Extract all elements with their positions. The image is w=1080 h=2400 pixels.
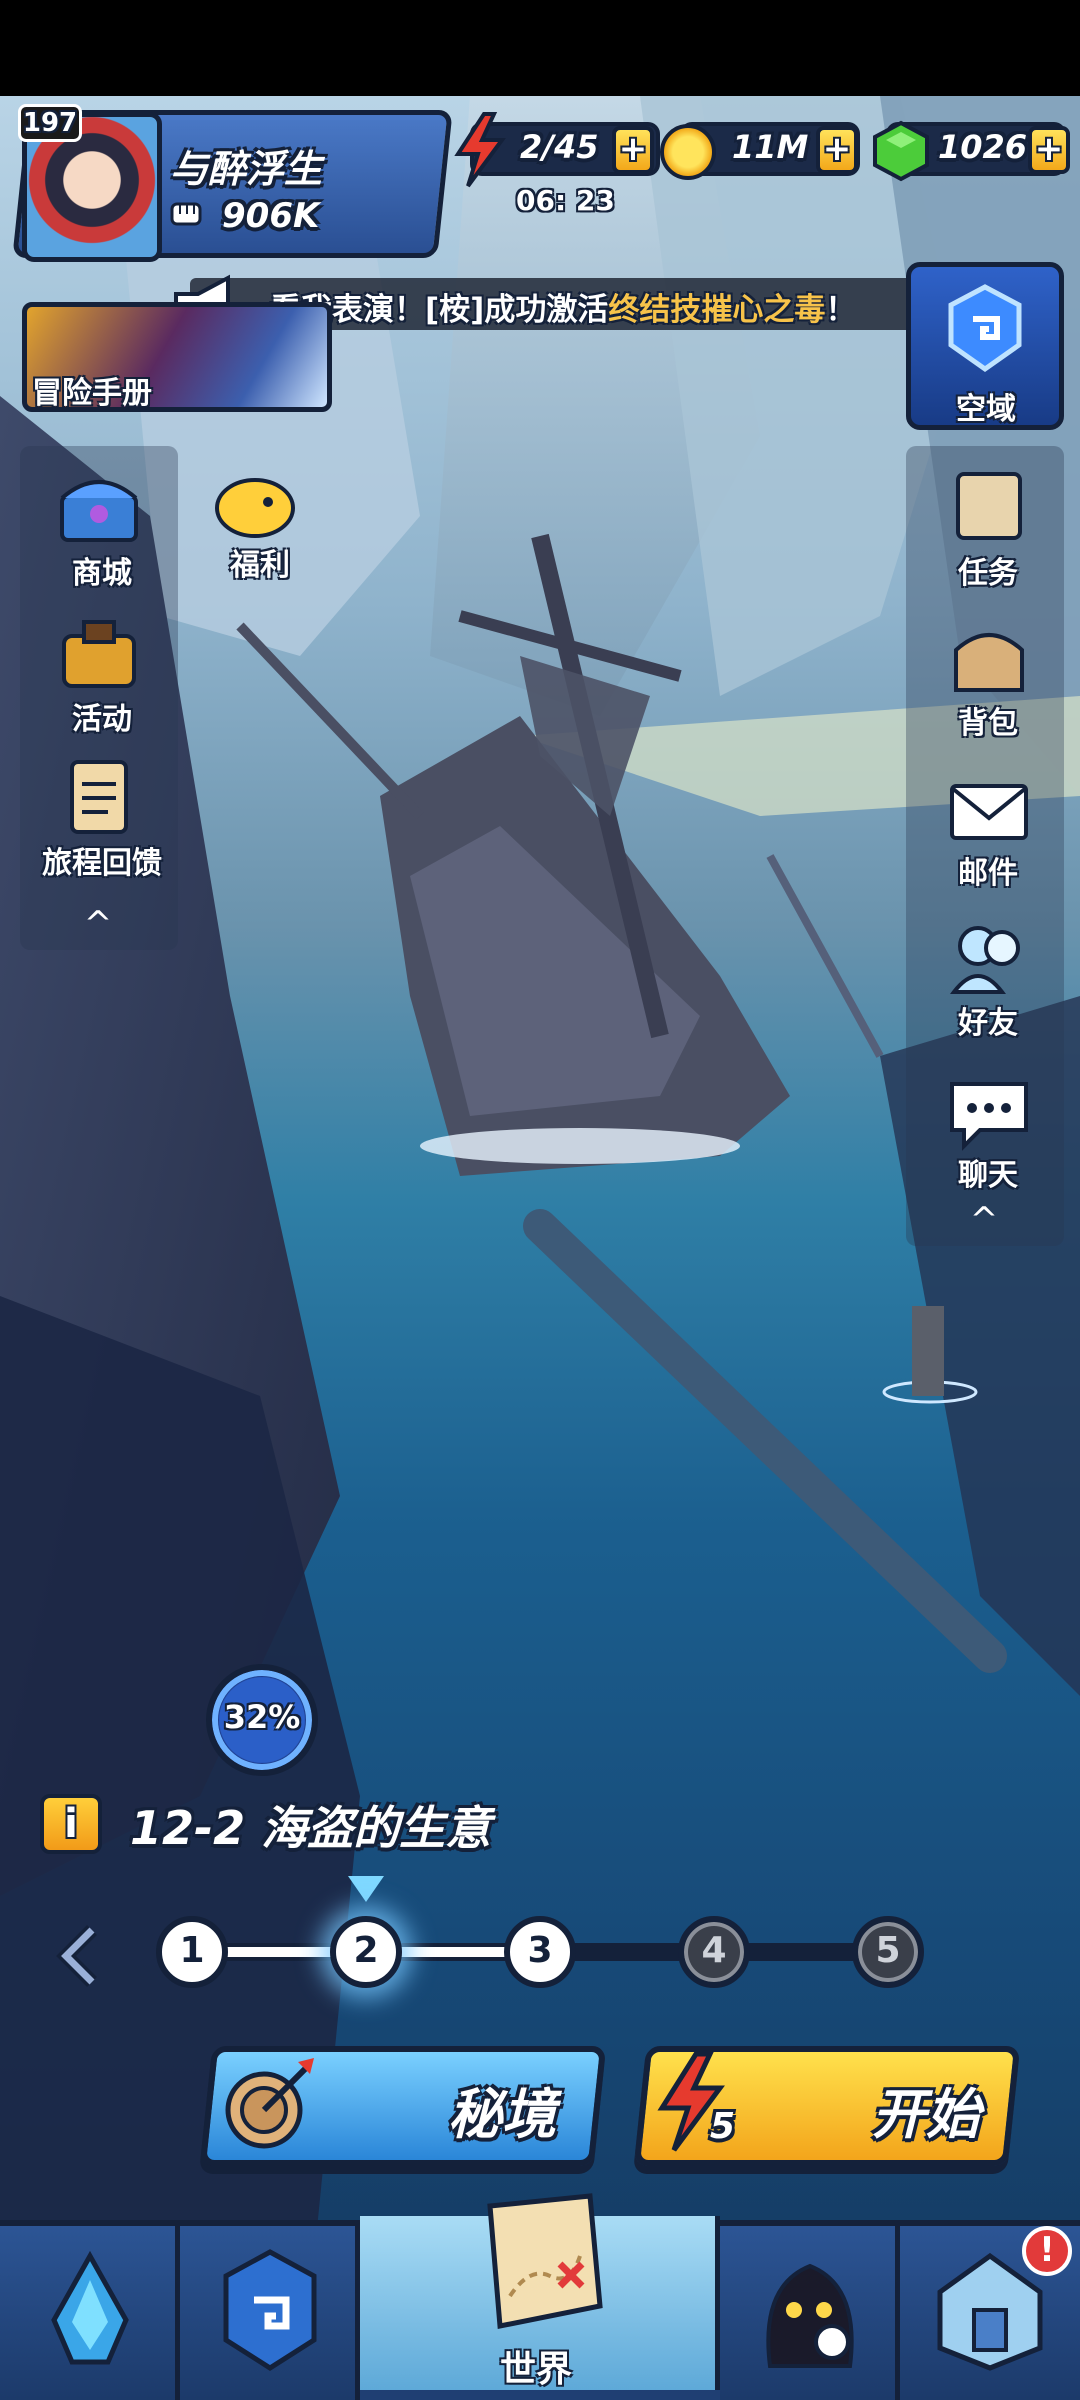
announcement-text: 看我表演！[桉]成功激活终结技摧心之毒！ <box>270 284 856 329</box>
golden-pig-icon <box>215 478 295 538</box>
current-stage-marker <box>348 1876 384 1902</box>
menu-journey-rewards-label: 旅程回馈 <box>42 846 162 881</box>
announcement-highlight: 终结技摧心之毒 <box>608 292 826 328</box>
menu-events[interactable] <box>54 612 144 696</box>
right-menu-collapse-button[interactable]: ^ <box>954 1200 1014 1240</box>
menu-events-label: 活动 <box>72 702 132 737</box>
scroll-icon <box>956 472 1022 540</box>
announcement-suffix: ！ <box>825 292 857 328</box>
shadow-hero-icon <box>766 2263 854 2368</box>
adventure-handbook-label: 冒险手册 <box>32 376 152 411</box>
player-name: 与醉浮生 <box>170 147 323 191</box>
menu-backpack-label: 背包 <box>958 706 1018 741</box>
treasure-map-icon <box>487 2193 603 2330</box>
nav-tab-rune[interactable] <box>180 2226 360 2400</box>
stage-node-5[interactable]: 5 <box>852 1916 924 1988</box>
friends-icon <box>949 926 1020 994</box>
gem-value: 1026 <box>938 128 1028 166</box>
menu-backpack[interactable] <box>944 616 1034 700</box>
level-badge: 197 <box>18 104 82 142</box>
gold-plus-button[interactable]: + <box>816 126 858 174</box>
stage-progress-value: 32% <box>223 1698 301 1736</box>
menu-friends[interactable] <box>944 918 1034 1002</box>
power-fist-icon <box>170 202 202 226</box>
nav-tab-heroes[interactable] <box>720 2226 900 2400</box>
clipboard-icon <box>70 760 128 834</box>
power-value: 906K <box>222 196 320 236</box>
gem-plus-button[interactable]: + <box>1028 126 1070 174</box>
nav-tab-crystal[interactable] <box>0 2226 180 2400</box>
airspace-label: 空域 <box>956 392 1016 427</box>
nav-tab-world-label: 世界 <box>500 2349 573 2390</box>
menu-chat[interactable] <box>944 1074 1034 1158</box>
rune-shield-icon <box>223 2249 317 2371</box>
gold-value: 11M <box>732 128 809 166</box>
crystal-icon <box>51 2250 129 2365</box>
stage-title: 12-2 海盗的生意 <box>130 1801 492 1855</box>
lightning-icon <box>454 112 506 188</box>
start-label: 开始 <box>872 2083 980 2146</box>
stage-node-4[interactable]: 4 <box>678 1916 750 1988</box>
menu-tasks-label: 任务 <box>958 556 1018 591</box>
menu-chat-label: 聊天 <box>958 1158 1018 1193</box>
menu-shop[interactable] <box>54 466 144 550</box>
mail-icon <box>950 784 1028 840</box>
menu-welfare[interactable] <box>210 464 300 548</box>
energy-value: 2/45 <box>520 128 599 166</box>
target-arrow-icon <box>225 2058 314 2149</box>
stage-node-3[interactable]: 3 <box>504 1916 576 1988</box>
treasure-bag-icon <box>62 620 136 688</box>
menu-friends-label: 好友 <box>958 1006 1018 1041</box>
start-energy-cost: 5 <box>710 2106 736 2147</box>
backpack-icon <box>954 633 1024 692</box>
stage-info-icon[interactable]: i <box>40 1794 102 1854</box>
green-gem-icon <box>873 120 929 182</box>
energy-timer: 06: 23 <box>516 184 615 217</box>
treasure-chest-icon <box>60 480 138 542</box>
menu-mail[interactable] <box>944 772 1034 856</box>
gold-coin-icon <box>660 124 716 180</box>
energy-plus-button[interactable]: + <box>612 126 654 174</box>
left-menu-collapse-button[interactable]: ^ <box>68 904 128 944</box>
secret-realm-label: 秘境 <box>448 2083 556 2146</box>
menu-journey-rewards[interactable] <box>54 756 144 840</box>
menu-tasks[interactable] <box>944 466 1034 550</box>
stage-node-2[interactable]: 2 <box>330 1916 402 1988</box>
chevron-left-icon[interactable] <box>52 1924 106 1988</box>
stage-node-1[interactable]: 1 <box>156 1916 228 1988</box>
airspace-emblem-icon <box>948 284 1022 373</box>
menu-shop-label: 商城 <box>72 556 132 591</box>
menu-mail-label: 邮件 <box>958 856 1018 891</box>
menu-welfare-label: 福利 <box>230 548 290 583</box>
status-bar <box>0 0 1080 96</box>
notification-badge: ! <box>1022 2226 1072 2276</box>
chat-icon <box>950 1082 1028 1151</box>
